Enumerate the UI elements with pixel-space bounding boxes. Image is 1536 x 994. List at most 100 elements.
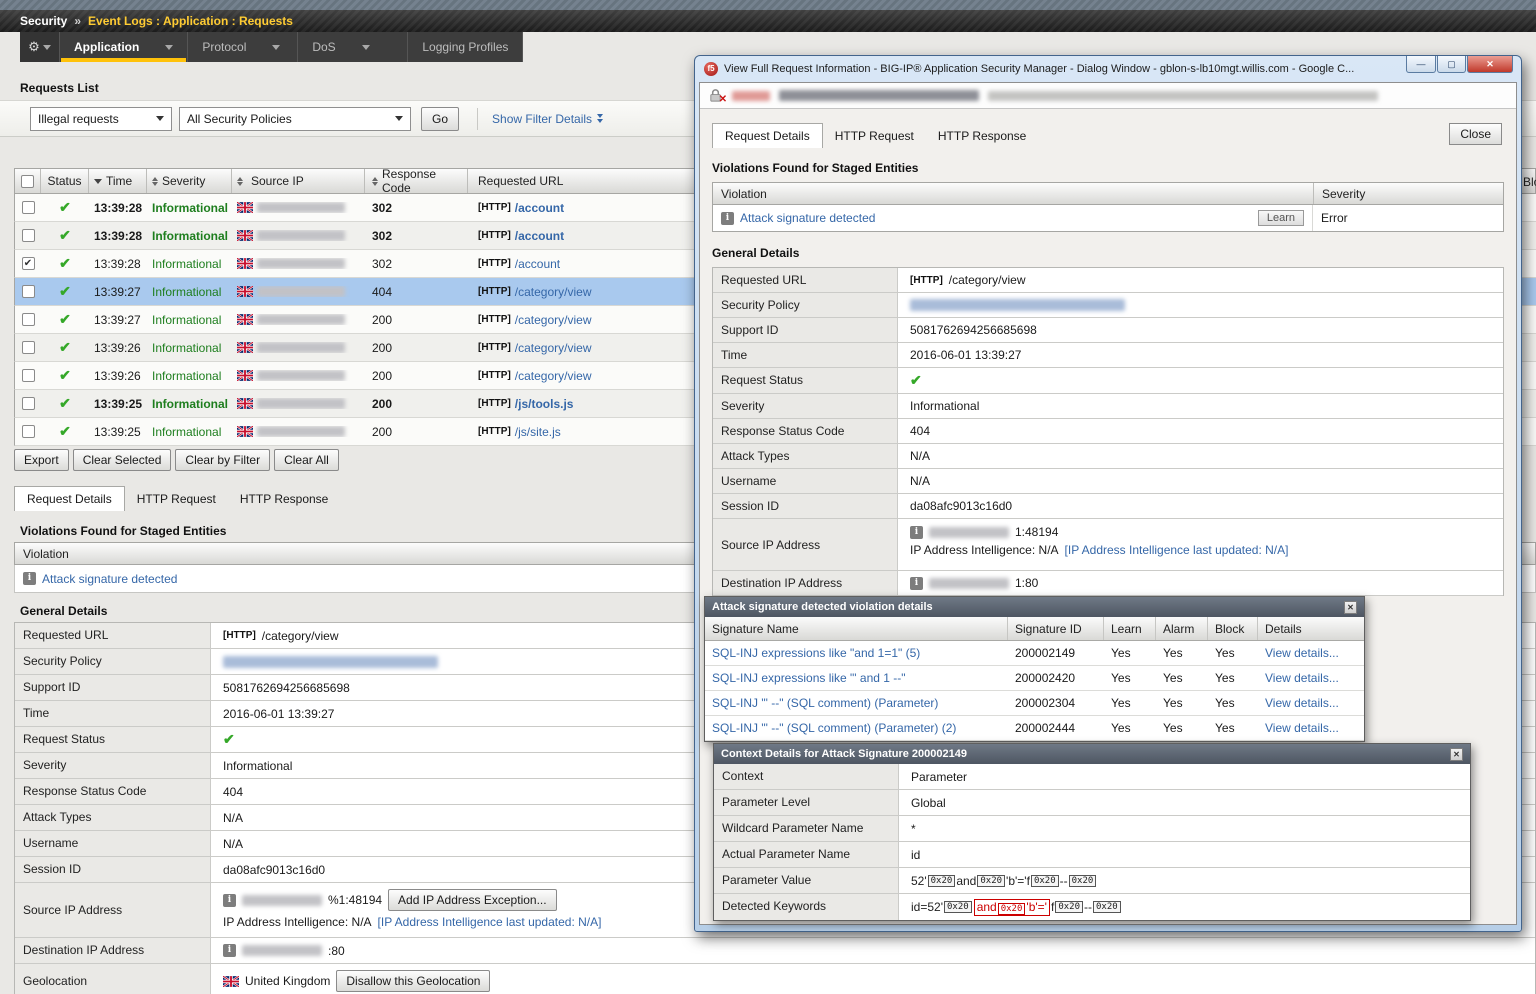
nav-strip: ⚙ ApplicationProtocolDoSLogging Profiles	[20, 32, 523, 62]
ip-intelligence-link[interactable]: [IP Address Intelligence last updated: N…	[1065, 543, 1289, 557]
info-icon[interactable]: i	[910, 526, 923, 539]
requested-url-link[interactable]: /js/site.js	[515, 425, 561, 439]
signature-name-link[interactable]: SQL-INJ "' --" (SQL comment) (Parameter)…	[712, 721, 956, 735]
highlighted-keyword: and0x20'b'='	[974, 899, 1050, 916]
add-ip-exception-button[interactable]: Add IP Address Exception...	[388, 889, 557, 911]
requested-url-link[interactable]: /category/view	[515, 313, 592, 327]
requested-url-link[interactable]: /account	[515, 229, 564, 243]
dialog-address-bar[interactable]: ✕	[700, 83, 1516, 109]
close-icon[interactable]: ✕	[1344, 601, 1357, 614]
row-checkbox[interactable]	[22, 285, 35, 298]
nav-tab-dos[interactable]: DoS	[298, 32, 408, 62]
clear-selected-button[interactable]: Clear Selected	[73, 449, 172, 471]
row-checkbox[interactable]	[22, 313, 35, 326]
col-time[interactable]: Time	[89, 169, 147, 193]
row-checkbox[interactable]	[22, 201, 35, 214]
learn-button[interactable]: Learn	[1258, 210, 1304, 226]
view-details-link[interactable]: View details...	[1265, 721, 1339, 735]
clear-all-button[interactable]: Clear All	[274, 449, 339, 471]
nav-tab-bar: ⚙ ApplicationProtocolDoSLogging Profiles	[20, 32, 523, 62]
response-code: 404	[365, 285, 468, 299]
ip-intelligence-link[interactable]: [IP Address Intelligence last updated: N…	[378, 915, 602, 929]
dialog-title-bar[interactable]: f5 View Full Request Information - BIG-I…	[699, 56, 1517, 82]
view-details-link[interactable]: View details...	[1265, 671, 1339, 685]
chevron-down-icon	[43, 45, 51, 50]
tab-http-request[interactable]: HTTP Request	[125, 487, 228, 511]
token-text: 52'	[911, 874, 927, 888]
options-gear-tab[interactable]: ⚙	[20, 32, 60, 62]
show-filter-details-link[interactable]: Show Filter Details	[492, 112, 603, 126]
close-icon[interactable]: ✕	[1450, 748, 1463, 761]
info-icon[interactable]: i	[223, 894, 236, 907]
field-label: Destination IP Address	[713, 571, 898, 595]
close-window-button[interactable]: ✕	[1467, 56, 1513, 73]
protocol-tag: [HTTP]	[478, 314, 511, 325]
tab-request-details[interactable]: Request Details	[712, 123, 823, 148]
nav-tab-logging-profiles[interactable]: Logging Profiles	[408, 32, 523, 62]
disallow-geolocation-button[interactable]: Disallow this Geolocation	[336, 970, 490, 992]
request-severity: Informational	[152, 257, 221, 271]
protocol-tag: [HTTP]	[478, 230, 511, 241]
maximize-button[interactable]: ▢	[1437, 56, 1466, 73]
col-severity[interactable]: Severity	[147, 169, 232, 193]
row-checkbox[interactable]	[22, 257, 35, 270]
col-source-ip[interactable]: Source IP	[232, 169, 365, 193]
requested-url-link[interactable]: /category/view	[515, 369, 592, 383]
info-icon[interactable]: i	[721, 212, 734, 225]
requested-url-link[interactable]: /category/view	[515, 341, 592, 355]
col-response-code[interactable]: Response Code	[365, 169, 468, 193]
requested-url-link[interactable]: /account	[515, 257, 560, 271]
status-ok-icon: ✔	[59, 367, 71, 384]
requested-url-link[interactable]: /category/view	[515, 285, 592, 299]
signature-name-link[interactable]: SQL-INJ expressions like "and 1=1" (5)	[712, 646, 920, 660]
row-checkbox[interactable]	[22, 229, 35, 242]
field-label: Request Status	[713, 368, 898, 393]
row-checkbox[interactable]	[22, 341, 35, 354]
security-policy-select[interactable]: All Security Policies	[179, 107, 411, 131]
signature-name-link[interactable]: SQL-INJ "' --" (SQL comment) (Parameter)	[712, 696, 938, 710]
double-chevron-down-icon	[597, 113, 603, 124]
info-icon[interactable]: i	[910, 577, 923, 590]
severity-value: Informational	[898, 394, 1503, 418]
view-details-link[interactable]: View details...	[1265, 646, 1339, 660]
redacted-ip	[257, 258, 345, 269]
col-status[interactable]: Status	[41, 169, 89, 193]
requested-url-link[interactable]: /account	[515, 201, 564, 215]
minimize-button[interactable]: —	[1406, 56, 1436, 73]
dialog-close-button[interactable]: Close	[1449, 123, 1502, 145]
tab-http-request[interactable]: HTTP Request	[823, 124, 926, 148]
request-time: 13:39:28	[89, 201, 147, 215]
violation-link[interactable]: Attack signature detected	[42, 572, 177, 586]
row-checkbox[interactable]	[22, 369, 35, 382]
go-button[interactable]: Go	[421, 107, 459, 131]
info-icon[interactable]: i	[23, 572, 36, 585]
signature-id: 200002304	[1008, 696, 1104, 710]
request-type-select[interactable]: Illegal requests	[30, 107, 172, 131]
info-icon[interactable]: i	[223, 944, 236, 957]
tab-request-details[interactable]: Request Details	[14, 486, 125, 511]
context-row: Actual Parameter Nameid	[714, 842, 1470, 868]
field-label: Source IP Address	[713, 519, 898, 570]
signature-id: 200002444	[1008, 721, 1104, 735]
protocol-tag: [HTTP]	[478, 370, 511, 381]
nav-tab-application[interactable]: Application	[60, 32, 188, 62]
row-checkbox[interactable]	[22, 425, 35, 438]
select-all-checkbox[interactable]	[21, 175, 34, 188]
violation-link[interactable]: Attack signature detected	[740, 211, 875, 225]
tab-http-response[interactable]: HTTP Response	[228, 487, 340, 511]
row-checkbox[interactable]	[22, 397, 35, 410]
signature-table-header: Signature NameSignature IDLearnAlarmBloc…	[705, 617, 1364, 641]
nav-tab-protocol[interactable]: Protocol	[188, 32, 298, 62]
clear-by-filter-button[interactable]: Clear by Filter	[175, 449, 270, 471]
divider	[477, 108, 478, 130]
col-alarm: Alarm	[1156, 617, 1208, 640]
status-ok-icon: ✔	[59, 395, 71, 412]
view-details-link[interactable]: View details...	[1265, 696, 1339, 710]
requested-url-link[interactable]: /js/tools.js	[515, 397, 574, 411]
uk-flag-icon	[237, 398, 253, 409]
ip-intelligence-text: IP Address Intelligence: N/A	[910, 543, 1059, 557]
signature-name-link[interactable]: SQL-INJ expressions like "' and 1 --"	[712, 671, 906, 685]
tab-http-response[interactable]: HTTP Response	[926, 124, 1038, 148]
export-button[interactable]: Export	[14, 449, 69, 471]
screen: Security » Event Logs : Application : Re…	[0, 0, 1536, 994]
